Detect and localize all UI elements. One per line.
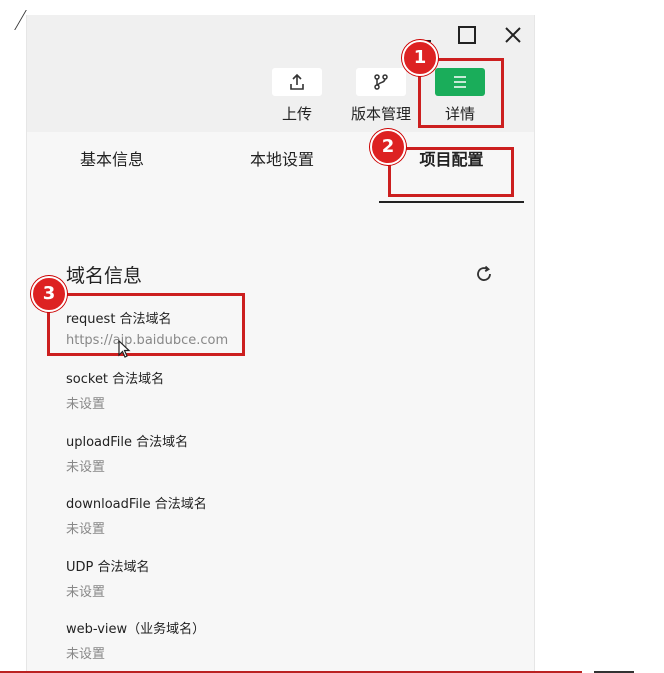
- section-title: 域名信息: [66, 265, 143, 287]
- version-management-label: 版本管理: [350, 105, 411, 123]
- annotation-box-project-config: [388, 147, 514, 197]
- domain-field-socket: socket 合法域名 未设置: [66, 368, 164, 412]
- field-label: web-view（业务域名）: [66, 622, 206, 637]
- version-icon-box: [356, 68, 406, 96]
- field-value: 未设置: [66, 522, 106, 537]
- upload-label: 上传: [281, 105, 312, 123]
- maximize-button[interactable]: [455, 23, 479, 47]
- annotation-badge-3: 3: [31, 276, 67, 312]
- field-label: socket 合法域名: [66, 372, 165, 387]
- domain-field-udp: UDP 合法域名 未设置: [66, 556, 150, 600]
- annotation-badge-1: 1: [402, 40, 438, 76]
- field-label: UDP 合法域名: [66, 560, 150, 575]
- refresh-icon: [477, 265, 491, 281]
- close-button[interactable]: [501, 23, 525, 47]
- corner-mark: [0, 10, 27, 30]
- branch-icon: [374, 74, 388, 90]
- upload-icon-box: [272, 68, 322, 96]
- close-icon: [505, 27, 521, 43]
- upload-icon: [290, 73, 304, 90]
- version-management-button[interactable]: 版本管理: [348, 68, 414, 124]
- domain-field-webview: web-view（业务域名） 未设置: [66, 618, 205, 662]
- project-config-panel: 域名信息 request 合法域名 https://aip.baidubce.c…: [27, 203, 534, 673]
- field-value: 未设置: [66, 460, 106, 475]
- field-value: 未设置: [66, 397, 106, 412]
- refresh-button[interactable]: [473, 263, 495, 285]
- tab-local-settings[interactable]: 本地设置: [232, 132, 332, 202]
- annotation-badge-2: 2: [370, 129, 406, 165]
- domain-field-downloadfile: downloadFile 合法域名 未设置: [66, 493, 207, 537]
- maximize-icon: [458, 26, 476, 44]
- field-label: uploadFile 合法域名: [66, 435, 189, 450]
- field-value: 未设置: [66, 647, 106, 662]
- field-label: downloadFile 合法域名: [66, 497, 207, 512]
- mouse-pointer-icon: [118, 340, 131, 358]
- upload-button[interactable]: 上传: [267, 68, 327, 124]
- tab-basic-info[interactable]: 基本信息: [67, 132, 157, 202]
- annotation-box-request-domain: [47, 293, 245, 356]
- field-value: 未设置: [66, 585, 106, 600]
- domain-field-uploadfile: uploadFile 合法域名 未设置: [66, 431, 188, 475]
